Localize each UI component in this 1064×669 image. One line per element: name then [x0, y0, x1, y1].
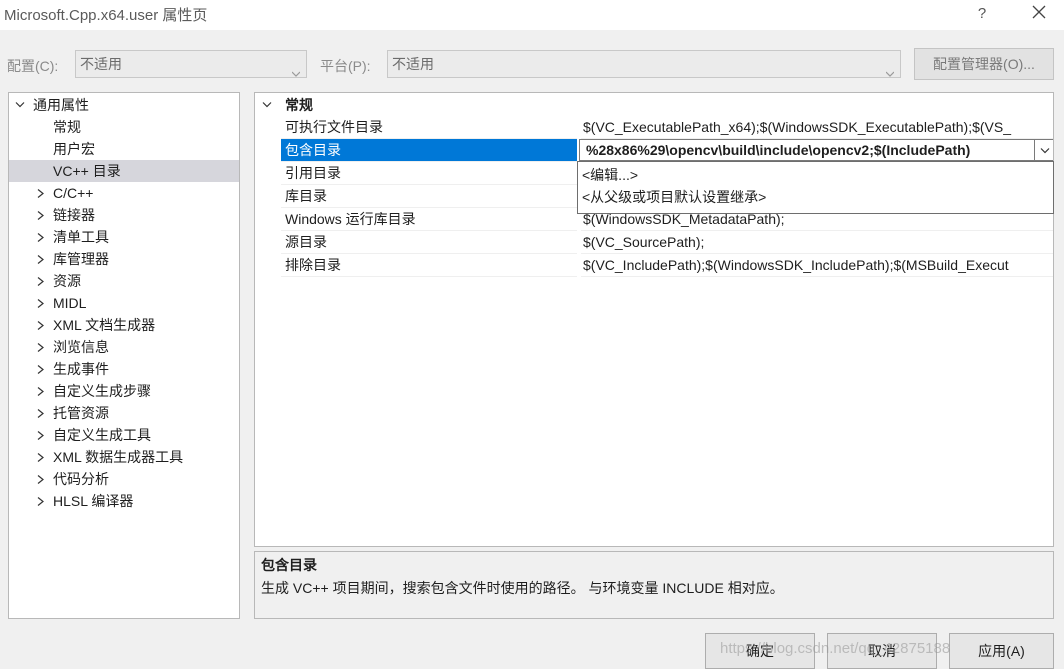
property-row[interactable]: 可执行文件目录 $(VC_ExecutablePath_x64);$(Windo…: [255, 116, 1053, 139]
chevron-down-icon: [291, 60, 301, 77]
property-name: 可执行文件目录: [281, 116, 577, 139]
tree-item-label: HLSL 编译器: [53, 493, 134, 509]
apply-button[interactable]: 应用(A): [949, 633, 1054, 669]
chevron-down-icon: [15, 102, 25, 108]
tree-group-item[interactable]: 代码分析: [9, 468, 239, 490]
tree-group-item[interactable]: HLSL 编译器: [9, 490, 239, 512]
property-name: 包含目录: [281, 139, 577, 162]
chevron-right-icon: [37, 336, 47, 358]
tree-item-label: 链接器: [53, 207, 95, 223]
property-name: 库目录: [281, 185, 577, 208]
tree-item-label: 浏览信息: [53, 339, 109, 355]
chevron-right-icon: [37, 424, 47, 446]
platform-label: 平台(P):: [320, 58, 371, 74]
tree-group-item[interactable]: 链接器: [9, 204, 239, 226]
chevron-right-icon: [37, 292, 47, 314]
section-title: 常规: [285, 97, 313, 113]
chevron-down-icon: [1040, 148, 1050, 154]
tree-group-item[interactable]: C/C++: [9, 182, 239, 204]
property-row[interactable]: 排除目录 $(VC_IncludePath);$(WindowsSDK_Incl…: [255, 254, 1053, 277]
chevron-right-icon: [37, 314, 47, 336]
tree-item-label: 代码分析: [53, 471, 109, 487]
tree-item-label: 自定义生成步骤: [53, 383, 151, 399]
close-icon[interactable]: [1024, 2, 1054, 26]
property-name: 引用目录: [281, 162, 577, 185]
tree-group-item[interactable]: 自定义生成工具: [9, 424, 239, 446]
chevron-right-icon: [37, 182, 47, 204]
title-bar: Microsoft.Cpp.x64.user 属性页 ?: [0, 0, 1064, 30]
tree-item-label: 自定义生成工具: [53, 427, 151, 443]
chevron-right-icon: [37, 358, 47, 380]
property-value: $(VC_IncludePath);$(WindowsSDK_IncludePa…: [581, 254, 1053, 277]
chevron-right-icon: [37, 402, 47, 424]
dropdown-item-edit[interactable]: <编辑...>: [582, 164, 638, 186]
chevron-right-icon: [37, 446, 47, 468]
config-select[interactable]: 不适用: [75, 50, 307, 78]
tree-group-item[interactable]: 库管理器: [9, 248, 239, 270]
tree-group-item[interactable]: XML 数据生成器工具: [9, 446, 239, 468]
property-value: $(VC_ExecutablePath_x64);$(WindowsSDK_Ex…: [581, 116, 1053, 139]
property-value: $(VC_SourcePath);: [581, 231, 1053, 254]
tree-item-vc-directories[interactable]: VC++ 目录: [9, 160, 239, 182]
description-panel: 包含目录 生成 VC++ 项目期间，搜索包含文件时使用的路径。 与环境变量 IN…: [254, 551, 1054, 619]
help-button[interactable]: ?: [970, 2, 994, 26]
dropdown-button[interactable]: [1034, 139, 1053, 161]
tree-item-label: 资源: [53, 273, 81, 289]
chevron-down-icon: [885, 60, 895, 77]
tree-item-label: XML 数据生成器工具: [53, 449, 184, 465]
chevron-right-icon: [37, 248, 47, 270]
chevron-right-icon: [37, 270, 47, 292]
tree-item-label: MIDL: [53, 295, 87, 311]
watermark: https://blog.csdn.net/qq_42875188: [720, 640, 951, 657]
tree-group-item[interactable]: 浏览信息: [9, 336, 239, 358]
tree-group-item[interactable]: MIDL: [9, 292, 239, 314]
tree-item-label: 清单工具: [53, 229, 109, 245]
tree-item-label: XML 文档生成器: [53, 317, 156, 333]
tree-item-label: 生成事件: [53, 361, 109, 377]
tree-item-label: C/C++: [53, 185, 94, 201]
tree-item-label: 托管资源: [53, 405, 109, 421]
tree-group-item[interactable]: 生成事件: [9, 358, 239, 380]
config-manager-button[interactable]: 配置管理器(O)...: [914, 48, 1054, 80]
config-label: 配置(C):: [7, 58, 59, 74]
chevron-down-icon: [262, 102, 272, 108]
tree-group-item[interactable]: 资源: [9, 270, 239, 292]
value-dropdown-list: <编辑...> <从父级或项目默认设置继承>: [577, 161, 1054, 214]
chevron-right-icon: [37, 468, 47, 490]
tree-item-label: 通用属性: [33, 97, 89, 113]
tree-group-item[interactable]: 清单工具: [9, 226, 239, 248]
tree-item-user-macros[interactable]: 用户宏: [53, 138, 95, 160]
chevron-right-icon: [37, 380, 47, 402]
description-title: 包含目录: [261, 557, 317, 573]
dropdown-item-inherit[interactable]: <从父级或项目默认设置继承>: [582, 186, 766, 208]
description-text: 生成 VC++ 项目期间，搜索包含文件时使用的路径。 与环境变量 INCLUDE…: [261, 580, 784, 596]
tree-item-label: 库管理器: [53, 251, 109, 267]
chevron-right-icon: [37, 204, 47, 226]
property-name: 排除目录: [281, 254, 577, 277]
tree-group-item[interactable]: 托管资源: [9, 402, 239, 424]
include-directories-input[interactable]: %28x86%29\opencv\build\include\opencv2;$…: [579, 139, 1037, 161]
property-row[interactable]: 源目录 $(VC_SourcePath);: [255, 231, 1053, 254]
chevron-right-icon: [37, 490, 47, 512]
property-tree: 通用属性 常规 用户宏 VC++ 目录 C/C++ 链接器清单工具库管理器资源 MI…: [8, 92, 240, 619]
section-header[interactable]: 常规: [255, 93, 1053, 117]
property-name: 源目录: [281, 231, 577, 254]
chevron-right-icon: [37, 226, 47, 248]
tree-item-general[interactable]: 常规: [53, 116, 81, 138]
window-title: Microsoft.Cpp.x64.user 属性页: [4, 7, 208, 24]
tree-group-item[interactable]: XML 文档生成器: [9, 314, 239, 336]
platform-value: 不适用: [392, 56, 434, 72]
tree-group-item[interactable]: 自定义生成步骤: [9, 380, 239, 402]
config-value: 不适用: [80, 56, 122, 72]
platform-select[interactable]: 不适用: [387, 50, 901, 78]
property-name: Windows 运行库目录: [281, 208, 577, 231]
